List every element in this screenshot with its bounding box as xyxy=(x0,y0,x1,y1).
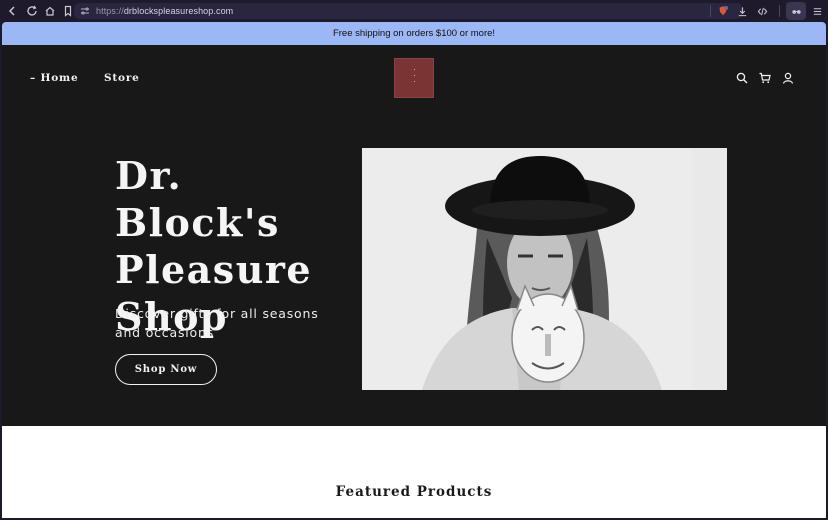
download-icon xyxy=(738,6,746,16)
hero-title-line: Pleasure xyxy=(115,247,313,292)
cart-icon[interactable] xyxy=(759,72,771,84)
account-icon[interactable] xyxy=(782,72,794,84)
search-icon[interactable] xyxy=(736,72,748,84)
site-settings-icon[interactable] xyxy=(78,4,92,18)
menu-button[interactable] xyxy=(808,2,826,20)
home-icon xyxy=(45,6,55,16)
hero-subtitle: Discover gifts for all seasons and occas… xyxy=(115,306,319,340)
web-page: Free shipping on orders $100 or more! – … xyxy=(2,22,826,518)
toolbar-divider xyxy=(710,5,711,17)
url-host: drblockspleasureshop.com xyxy=(123,6,234,16)
logo-mark xyxy=(414,69,416,87)
nav-home-link[interactable]: – Home xyxy=(30,72,78,84)
hero-image xyxy=(362,148,727,390)
home-button[interactable] xyxy=(42,3,58,19)
nav-store-link[interactable]: Store xyxy=(104,72,140,84)
reload-button[interactable] xyxy=(24,3,40,19)
glasses-icon xyxy=(791,9,801,14)
url-protocol: https:// xyxy=(96,6,124,16)
downloads-button[interactable] xyxy=(733,2,751,20)
site-header: – Home Store xyxy=(2,45,826,111)
featured-section: Featured Products xyxy=(2,426,826,518)
reload-icon xyxy=(27,5,37,16)
code-icon xyxy=(757,7,767,15)
hero-photo xyxy=(362,148,727,390)
address-bar[interactable]: https://drblockspleasureshop.com xyxy=(74,3,742,19)
private-window-button[interactable] xyxy=(786,2,806,20)
bookmark-icon xyxy=(64,5,72,17)
toolbar-divider xyxy=(779,5,780,17)
announcement-text: Free shipping on orders $100 or more! xyxy=(332,28,496,39)
site-logo[interactable] xyxy=(394,58,434,98)
back-button[interactable] xyxy=(4,3,20,19)
featured-title: Featured Products xyxy=(335,484,493,500)
hamburger-icon xyxy=(813,7,821,15)
shop-now-button[interactable]: Shop Now xyxy=(115,354,217,385)
url-text[interactable]: https://drblockspleasureshop.com xyxy=(96,6,233,16)
dev-tools-button[interactable] xyxy=(753,2,771,20)
browser-toolbar: https://drblockspleasureshop.com xyxy=(0,0,828,22)
announcement-bar: Free shipping on orders $100 or more! xyxy=(2,22,826,45)
hero-title-line: Dr. Block's xyxy=(115,153,280,245)
back-icon xyxy=(8,6,15,16)
